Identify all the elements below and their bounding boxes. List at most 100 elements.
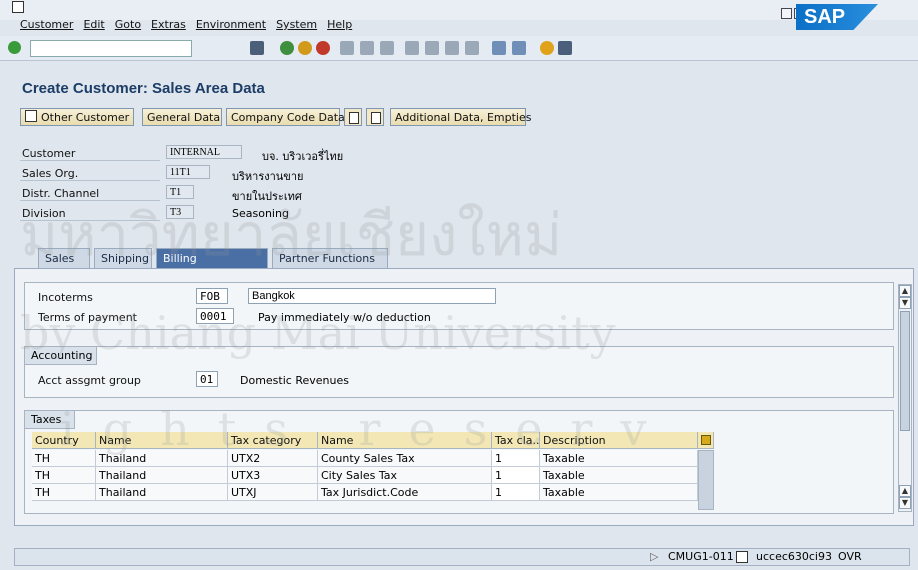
save-icon[interactable] xyxy=(250,41,264,55)
other-customer-icon xyxy=(25,110,37,122)
cell-description: Taxable xyxy=(540,467,698,484)
menu-system[interactable]: System xyxy=(276,18,317,31)
sales-area-data-button[interactable] xyxy=(344,108,362,126)
distr-channel-desc: ขายในประเทศ xyxy=(232,190,302,203)
status-server: uccec630ci93 xyxy=(756,550,832,563)
sales-org-label: Sales Org. xyxy=(22,167,79,180)
status-mode[interactable]: OVR xyxy=(838,550,862,564)
tab-billing-documents[interactable]: Billing Documents xyxy=(156,248,268,285)
layout-menu-icon[interactable] xyxy=(558,41,572,55)
first-page-icon[interactable] xyxy=(405,41,419,55)
system-menu-icon[interactable] xyxy=(12,1,24,13)
table-settings-icon[interactable] xyxy=(698,432,714,449)
status-system-list-icon[interactable] xyxy=(736,551,748,563)
incoterms-label: Incoterms xyxy=(38,291,93,304)
cell-tax-class[interactable]: 1 xyxy=(492,484,540,501)
column-header-name[interactable]: Name xyxy=(96,432,228,449)
acct-assgmt-group-label: Acct assgmt group xyxy=(38,374,141,387)
menu-customer[interactable]: Customer xyxy=(20,18,73,31)
cell-tax-name: City Sales Tax xyxy=(318,467,492,484)
page-up-icon[interactable]: ▲ xyxy=(899,485,911,497)
divider xyxy=(20,160,160,161)
column-header-tax-category[interactable]: Tax category xyxy=(228,432,318,449)
menu-goto[interactable]: Goto xyxy=(115,18,141,31)
accounting-group-title: Accounting xyxy=(25,347,97,365)
divider xyxy=(20,180,160,181)
create-session-icon[interactable] xyxy=(492,41,506,55)
acct-assgmt-group-field[interactable]: 01 xyxy=(196,371,218,387)
incoterms-location-field[interactable]: Bangkok xyxy=(248,288,496,304)
general-data-button[interactable]: General Data xyxy=(142,108,222,126)
cell-description: Taxable xyxy=(540,450,698,467)
status-system: CMUG1-011 xyxy=(668,550,734,563)
company-code-data-button[interactable]: Company Code Data xyxy=(226,108,345,126)
terms-of-payment-desc: Pay immediately w/o deduction xyxy=(258,311,431,324)
standard-toolbar xyxy=(0,36,918,61)
division-label: Division xyxy=(22,207,66,220)
customer-label: Customer xyxy=(22,147,76,160)
find-icon[interactable] xyxy=(360,41,374,55)
incoterms-field[interactable]: FOB xyxy=(196,288,228,304)
cell-country: TH xyxy=(32,467,96,484)
status-toggle-icon[interactable]: ▷ xyxy=(650,550,658,564)
last-page-icon[interactable] xyxy=(465,41,479,55)
menu-help[interactable]: Help xyxy=(327,18,352,31)
previous-page-icon[interactable] xyxy=(425,41,439,55)
panel-scrollbar[interactable]: ▲ ▼ ▲ ▼ xyxy=(898,284,912,512)
terms-of-payment-label: Terms of payment xyxy=(38,311,137,324)
shortcut-icon[interactable] xyxy=(512,41,526,55)
scroll-down-icon[interactable]: ▼ xyxy=(899,297,911,309)
menu-environment[interactable]: Environment xyxy=(196,18,266,31)
cancel-icon[interactable] xyxy=(316,41,330,55)
exit-icon[interactable] xyxy=(298,41,312,55)
minimize-icon[interactable] xyxy=(781,8,792,19)
other-customer-label: Other Customer xyxy=(41,111,130,124)
menu-extras[interactable]: Extras xyxy=(151,18,186,31)
cell-tax-class[interactable]: 1 xyxy=(492,467,540,484)
other-customer-button[interactable]: Other Customer xyxy=(20,108,134,126)
cell-country: TH xyxy=(32,484,96,501)
cell-country: TH xyxy=(32,450,96,467)
sales-area-data-alt-button[interactable] xyxy=(366,108,384,126)
print-icon[interactable] xyxy=(340,41,354,55)
distr-channel-label: Distr. Channel xyxy=(22,187,100,200)
cell-tax-class[interactable]: 1 xyxy=(492,450,540,467)
table-scrollbar[interactable] xyxy=(698,450,714,510)
tab-sales[interactable]: Sales xyxy=(38,248,90,268)
accounting-group xyxy=(24,346,894,398)
division-desc: Seasoning xyxy=(232,207,289,220)
menu-items: Customer Edit Goto Extras Environment Sy… xyxy=(20,18,352,31)
division-value: T3 xyxy=(166,205,194,219)
cell-name: Thailand xyxy=(96,467,228,484)
distr-channel-value: T1 xyxy=(166,185,194,199)
tab-partner-functions[interactable]: Partner Functions xyxy=(272,248,388,268)
terms-of-payment-field[interactable]: 0001 xyxy=(196,308,234,324)
cell-tax-name: County Sales Tax xyxy=(318,450,492,467)
scroll-up-icon[interactable]: ▲ xyxy=(899,285,911,297)
cell-name: Thailand xyxy=(96,450,228,467)
cell-tax-category: UTXJ xyxy=(228,484,318,501)
tab-shipping[interactable]: Shipping xyxy=(94,248,152,268)
column-header-tax-name[interactable]: Name xyxy=(318,432,492,449)
taxes-group-title: Taxes xyxy=(25,411,75,429)
help-icon[interactable] xyxy=(540,41,554,55)
command-field[interactable] xyxy=(30,40,192,57)
column-header-country[interactable]: Country xyxy=(32,432,96,449)
divider xyxy=(20,200,160,201)
cell-description: Taxable xyxy=(540,484,698,501)
column-header-tax-class[interactable]: Tax cla.. xyxy=(492,432,540,449)
scrollbar-thumb[interactable] xyxy=(900,311,910,431)
menu-edit[interactable]: Edit xyxy=(83,18,104,31)
additional-data-button[interactable]: Additional Data, Empties xyxy=(390,108,532,126)
column-header-description[interactable]: Description xyxy=(540,432,698,449)
back-icon[interactable] xyxy=(280,41,294,55)
find-next-icon[interactable] xyxy=(380,41,394,55)
acct-assgmt-group-desc: Domestic Revenues xyxy=(240,374,349,387)
page-down-icon[interactable]: ▼ xyxy=(899,497,911,509)
cell-name: Thailand xyxy=(96,484,228,501)
enter-icon[interactable] xyxy=(8,41,21,54)
cell-tax-category: UTX2 xyxy=(228,450,318,467)
cell-tax-category: UTX3 xyxy=(228,467,318,484)
sales-org-value: 11T1 xyxy=(166,165,210,179)
next-page-icon[interactable] xyxy=(445,41,459,55)
